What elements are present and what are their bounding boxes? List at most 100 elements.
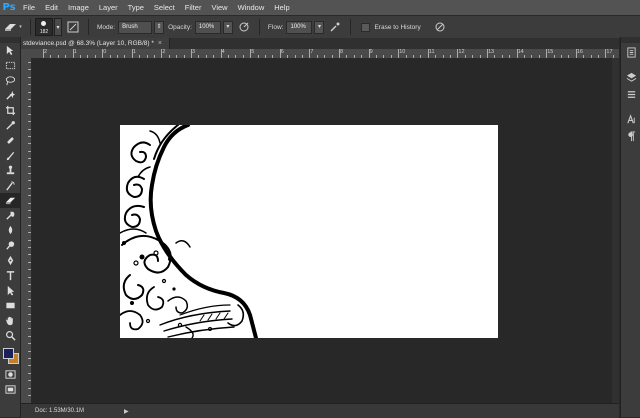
mode-select[interactable]: Brush (118, 20, 153, 34)
ruler-tick (524, 55, 525, 58)
blur-icon (8, 225, 12, 235)
app-logo: Ps (2, 2, 16, 13)
screen-mode-toggle[interactable] (0, 382, 20, 397)
vertical-scrollbar[interactable] (612, 58, 619, 403)
eraser-tool[interactable] (0, 193, 20, 208)
menu-view[interactable]: View (206, 0, 232, 15)
vertical-ruler[interactable] (21, 58, 32, 403)
clone-stamp-tool[interactable] (0, 163, 20, 178)
ruler-tick (117, 55, 118, 58)
menu-type[interactable]: Type (123, 0, 149, 15)
pressure-opacity-toggle[interactable] (236, 19, 252, 35)
ruler-tick-label: 11 (428, 49, 435, 55)
history-panel-button[interactable] (621, 45, 640, 60)
opacity-dropdown-button[interactable]: ▾ (222, 20, 233, 34)
airbrush-toggle[interactable] (327, 19, 343, 35)
ruler-tick-label: 15 (547, 49, 554, 55)
chevron-down-icon: ▾ (19, 24, 22, 30)
ruler-tick (339, 49, 340, 58)
tool-preset-picker[interactable]: ▾ (0, 18, 26, 36)
ruler-tick (139, 55, 141, 58)
type-tool[interactable] (0, 268, 20, 283)
pen-tool[interactable] (0, 253, 20, 268)
spot-heal-icon (7, 137, 13, 144)
zoom-tool[interactable] (0, 328, 20, 343)
menu-filter[interactable]: Filter (180, 0, 207, 15)
ruler-tick (28, 91, 31, 93)
status-menu-arrow[interactable]: ▶ (124, 408, 129, 415)
brush-preset-picker[interactable]: 182 (35, 18, 53, 36)
ruler-tick (28, 328, 31, 330)
flow-field[interactable]: 100% (286, 20, 313, 34)
menu-layer[interactable]: Layer (94, 0, 123, 15)
dodge-tool[interactable] (0, 238, 20, 253)
foreground-color-swatch[interactable] (3, 348, 14, 359)
ruler-tick (398, 49, 400, 58)
ruler-tick (561, 55, 562, 58)
erase-to-history-checkbox[interactable] (361, 22, 371, 32)
gradient-icon (5, 211, 14, 220)
ruler-tick (28, 350, 31, 352)
ruler-tick (331, 55, 333, 58)
menu-window[interactable]: Window (233, 0, 270, 15)
move-tool[interactable] (0, 43, 20, 58)
crop-tool[interactable] (0, 103, 20, 118)
document-canvas[interactable] (120, 125, 498, 338)
character-icon (626, 114, 635, 124)
doc-size-info[interactable]: Doc: 1.53M/30.1M (35, 408, 84, 414)
adjustments-panel-button[interactable] (621, 87, 640, 102)
menu-help[interactable]: Help (269, 0, 294, 15)
brush-panel-toggle[interactable] (65, 19, 81, 35)
path-select-tool[interactable] (0, 283, 20, 298)
ruler-tick (28, 173, 31, 174)
menu-image[interactable]: Image (63, 0, 94, 15)
ruler-tick (531, 55, 533, 58)
menu-edit[interactable]: Edit (40, 0, 63, 15)
rectangle-tool[interactable] (0, 298, 20, 313)
menu-select[interactable]: Select (149, 0, 180, 15)
paragraph-icon (627, 131, 635, 142)
eyedropper-tool[interactable] (0, 118, 20, 133)
ruler-tick (413, 55, 414, 58)
panel-grip[interactable] (621, 37, 640, 43)
ruler-tick (28, 150, 31, 152)
ruler-tick (28, 284, 31, 285)
brush-icon (6, 151, 14, 161)
character-panel-button[interactable] (621, 112, 640, 127)
ruler-tick (28, 313, 31, 315)
ruler-tick (28, 69, 31, 71)
close-icon[interactable]: × (158, 40, 162, 47)
marquee-tool[interactable] (0, 58, 20, 73)
brush-size-label: 182 (39, 29, 49, 35)
ruler-tick (538, 55, 540, 58)
flow-dropdown-button[interactable]: ▾ (314, 20, 325, 34)
layers-panel-button[interactable] (621, 70, 640, 85)
mode-label: Mode: (97, 23, 116, 31)
quick-mask-toggle[interactable] (0, 367, 20, 382)
document-tab[interactable]: stdeviance.psd @ 68.3% (Layer 10, RGB/8)… (21, 38, 170, 49)
history-icon (626, 47, 636, 58)
gradient-tool[interactable] (0, 208, 20, 223)
quick-select-tool[interactable] (0, 88, 20, 103)
pressure-size-toggle[interactable] (432, 19, 448, 35)
brush-tool[interactable] (0, 148, 20, 163)
spot-heal-tool[interactable] (0, 133, 20, 148)
ruler-tick (28, 335, 31, 337)
hand-tool[interactable] (0, 313, 20, 328)
ruler-tick (509, 55, 511, 58)
ruler-tick (28, 387, 31, 389)
ruler-tick-label: 16 (576, 49, 583, 55)
ruler-tick (361, 55, 363, 58)
mode-dropdown-button[interactable]: ⇕ (154, 20, 165, 34)
lasso-tool[interactable] (0, 73, 20, 88)
paragraph-panel-button[interactable] (621, 129, 640, 144)
ruler-tick (102, 49, 104, 58)
blur-tool[interactable] (0, 223, 20, 238)
quick-select-icon (5, 90, 15, 100)
horizontal-ruler[interactable]: 2 1 0 1 2 3 4 5 6 7 8 9 10 11 12 13 14 15 16 17 (33, 49, 629, 59)
history-brush-tool[interactable] (0, 178, 20, 193)
brush-dropdown-button[interactable]: ▾ (54, 18, 62, 36)
screen-mode-icon (4, 385, 16, 394)
opacity-field[interactable]: 100% (194, 20, 221, 34)
menu-file[interactable]: File (18, 0, 40, 15)
